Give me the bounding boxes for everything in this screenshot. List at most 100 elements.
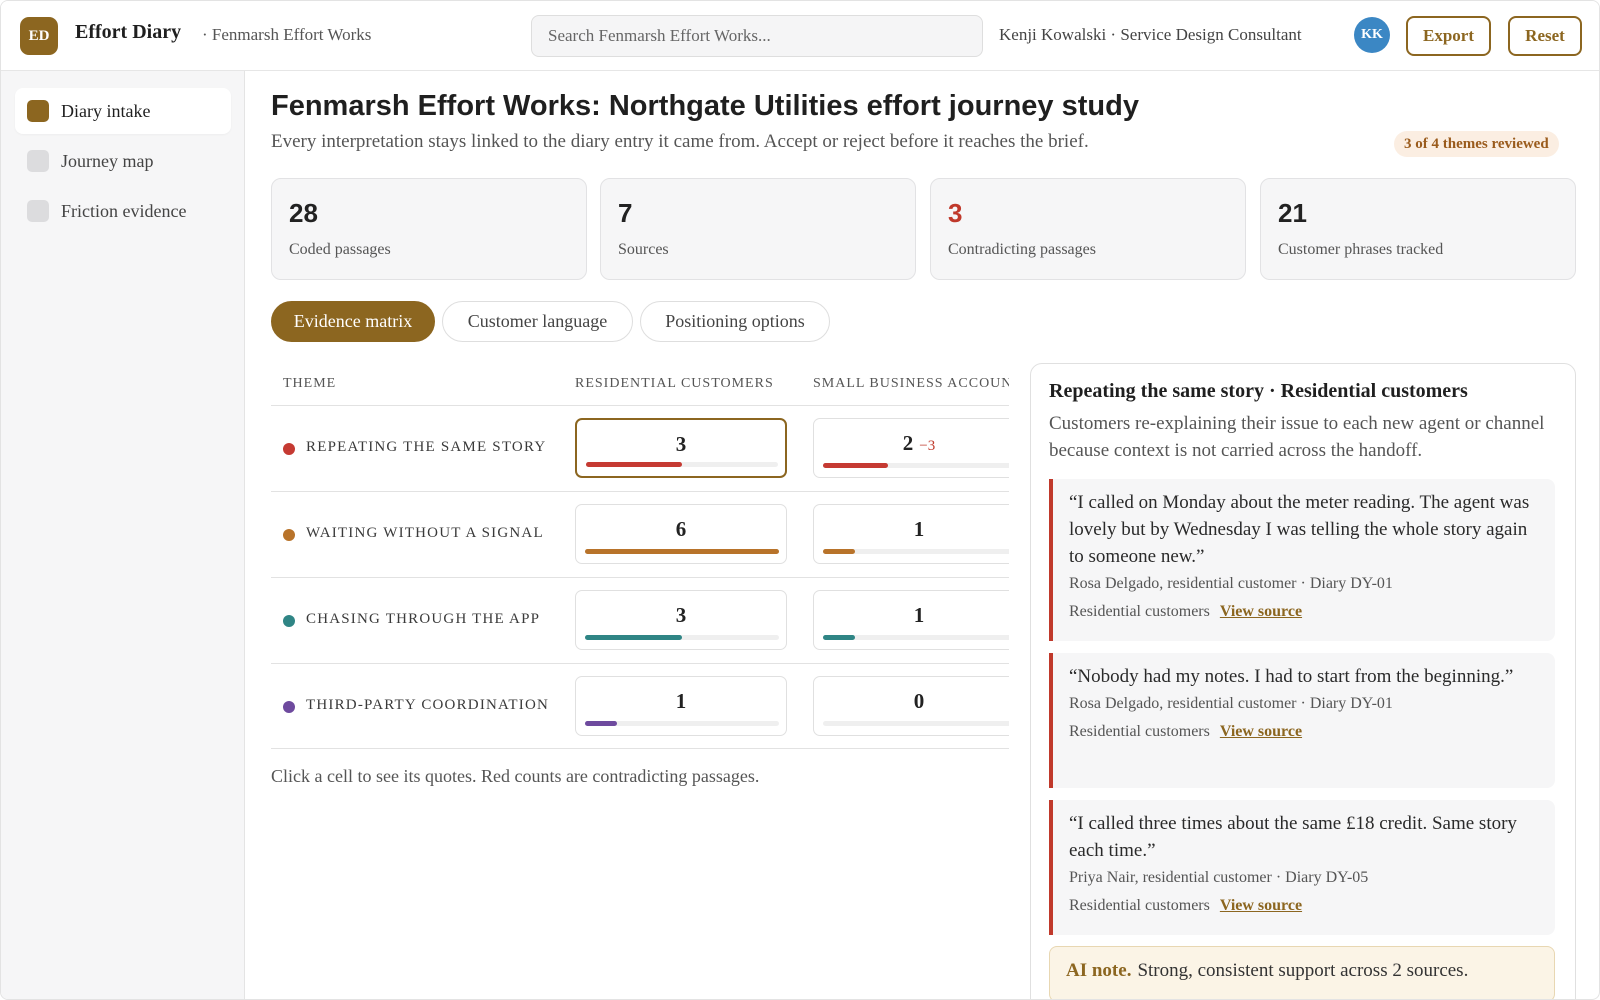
cell-bar-fill [823,463,888,468]
sidebar-item-friction-evidence[interactable]: Friction evidence [15,188,231,234]
sidebar-item-label: Friction evidence [61,200,187,221]
theme-color-dot-icon [283,701,295,713]
quote-attribution: Rosa Delgado, residential customer · Dia… [1069,575,1393,592]
cell-bar-track [823,635,1009,640]
ai-note-text: Strong, consistent support across 2 sour… [1137,960,1469,981]
cell-bar-fill [823,635,856,640]
stat-value: 28 [289,198,318,228]
matrix-cell[interactable]: 3 [575,590,787,650]
cell-count: 1 [675,689,687,713]
tab-evidence-matrix[interactable]: Evidence matrix [271,301,435,342]
cell-bar-track [823,721,1009,726]
theme-name: CHASING THROUGH THE APP [306,611,541,627]
sidebar: Diary intake Journey map Friction eviden… [1,71,245,999]
quote-text: “Nobody had my notes. I had to start fro… [1069,666,1514,687]
ai-note-label: AI note. [1066,960,1132,981]
reset-button[interactable]: Reset [1508,16,1582,56]
theme-color-dot-icon [283,615,295,627]
sidebar-item-label: Diary intake [61,100,151,121]
matrix-row: THIRD-PARTY COORDINATION 1 0 [271,663,1009,749]
quote-segment: Residential customers [1069,603,1210,620]
matrix-row: REPEATING THE SAME STORY 3 2 −3 [271,405,1009,491]
quote-detail-panel: Repeating the same story · Residential c… [1030,363,1576,999]
friction-evidence-icon [27,200,49,222]
cell-bar-track [586,462,778,467]
page-description: Every interpretation stays linked to the… [271,131,1089,152]
cell-bar-track [823,463,1009,468]
cell-count: 2 [902,431,914,455]
quote-attribution: Rosa Delgado, residential customer · Dia… [1069,695,1393,712]
cell-count: 3 [675,432,687,456]
stat-label: Customer phrases tracked [1278,241,1444,258]
cell-bar-fill [585,635,682,640]
theme-name: THIRD-PARTY COORDINATION [306,697,550,713]
cell-bar-track [823,549,1009,554]
search-input[interactable] [548,26,982,46]
theme-name: WAITING WITHOUT A SIGNAL [306,525,544,541]
app-name: Effort Diary [75,21,182,43]
quote-card: “Nobody had my notes. I had to start fro… [1049,653,1555,788]
cell-count: 3 [675,603,687,627]
cell-count: 1 [913,603,925,627]
matrix-cell[interactable]: 6 [575,504,787,564]
matrix-cell[interactable]: 1 [813,504,1009,564]
matrix-cell[interactable]: 0 [813,676,1009,736]
matrix-cell[interactable]: 1 [813,590,1009,650]
matrix-cell[interactable]: 3 [575,418,787,478]
app-logo: ED [20,17,58,55]
stat-card-coded-passages: 28 Coded passages [271,178,587,280]
avatar[interactable]: KK [1354,17,1390,53]
column-header-residential: RESIDENTIAL CUSTOMERS [575,376,774,391]
column-header-small-business: SMALL BUSINESS ACCOUNTS [813,376,1009,391]
theme-color-dot-icon [283,443,295,455]
cell-bar-track [585,549,779,554]
workspace-name: · Fenmarsh Effort Works [202,25,372,44]
matrix-row: CHASING THROUGH THE APP 3 1 [271,577,1009,663]
panel-description: Customers re-explaining their issue to e… [1049,413,1545,461]
cell-bar-fill [586,462,682,467]
sidebar-item-label: Journey map [61,150,154,171]
export-button[interactable]: Export [1406,16,1491,56]
cell-bar-track [585,721,779,726]
sidebar-item-diary-intake[interactable]: Diary intake [15,88,231,134]
quote-segment: Residential customers [1069,897,1210,914]
view-source-link[interactable]: View source [1220,723,1302,741]
stat-card-contradicting-passages: 3 Contradicting passages [930,178,1246,280]
matrix-row: WAITING WITHOUT A SIGNAL 6 1 [271,491,1009,577]
stat-value: 7 [618,198,633,228]
stat-value: 21 [1278,198,1307,228]
top-bar: ED Effort Diary · Fenmarsh Effort Works … [1,1,1599,71]
stat-label: Coded passages [289,241,391,258]
tab-customer-language[interactable]: Customer language [442,301,633,342]
user-name: Kenji Kowalski · Service Design Consulta… [999,25,1302,44]
panel-title: Repeating the same story · Residential c… [1049,380,1468,402]
stat-card-sources: 7 Sources [600,178,916,280]
app-window: ED Effort Diary · Fenmarsh Effort Works … [0,0,1600,1000]
quote-attribution: Priya Nair, residential customer · Diary… [1069,869,1369,886]
cell-bar-fill [585,721,618,726]
column-header-theme: THEME [283,376,337,391]
cell-count: 0 [913,689,925,713]
cell-bar-track [585,635,779,640]
theme-name: REPEATING THE SAME STORY [306,439,547,455]
cell-count: 6 [675,517,687,541]
matrix-cell[interactable]: 1 [575,676,787,736]
cell-bar-fill [823,549,856,554]
quote-text: “I called on Monday about the meter read… [1069,492,1530,567]
page-title: Fenmarsh Effort Works: Northgate Utiliti… [271,90,1139,122]
search-box[interactable] [531,15,983,57]
stat-value: 3 [948,198,963,228]
matrix-cell[interactable]: 2 −3 [813,418,1009,478]
evidence-matrix: THEME RESIDENTIAL CUSTOMERS SMALL BUSINE… [271,363,1009,753]
tab-positioning-options[interactable]: Positioning options [640,301,830,342]
stat-label: Sources [618,241,669,258]
view-source-link[interactable]: View source [1220,897,1302,915]
quote-text: “I called three times about the same £18… [1069,813,1517,861]
quote-card: “I called three times about the same £18… [1049,800,1555,935]
diary-intake-icon [27,100,49,122]
sidebar-item-journey-map[interactable]: Journey map [15,138,231,184]
stat-card-customer-phrases: 21 Customer phrases tracked [1260,178,1576,280]
view-source-link[interactable]: View source [1220,603,1302,621]
cell-count: 1 [913,517,925,541]
ai-note: AI note. Strong, consistent support acros… [1049,946,1555,999]
